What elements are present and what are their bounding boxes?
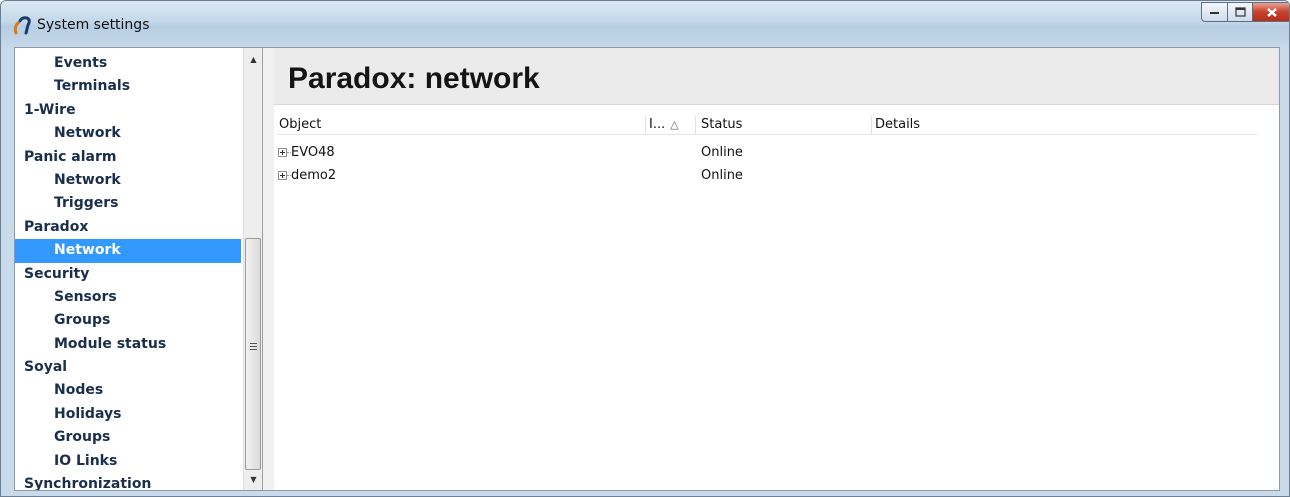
tree-item-holidays[interactable]: Holidays <box>15 403 241 426</box>
table-row[interactable]: demo2 Online <box>277 165 1257 187</box>
tree-item-security-groups[interactable]: Groups <box>15 309 241 332</box>
tree-item-paradox-network[interactable]: Network <box>15 239 241 263</box>
grip-icon <box>250 343 257 352</box>
close-icon <box>1267 7 1277 17</box>
sort-ascending-icon: △ <box>670 118 679 131</box>
expand-icon[interactable] <box>278 171 287 180</box>
page-title: Paradox: network <box>288 62 540 95</box>
tree-item-sensors[interactable]: Sensors <box>15 286 241 309</box>
tree-item-nodes[interactable]: Nodes <box>15 379 241 402</box>
table-row[interactable]: EVO48 Online <box>277 142 1257 164</box>
column-header-details[interactable]: Details <box>875 116 920 134</box>
arrow-down-icon: ▼ <box>250 474 257 484</box>
minimize-button[interactable] <box>1201 2 1228 22</box>
row-status: Online <box>701 145 743 160</box>
column-header-status[interactable]: Status <box>701 116 742 134</box>
tree-item-io-links[interactable]: IO Links <box>15 450 241 473</box>
table-header: Object I... △ Status Details <box>277 116 1257 135</box>
tree-item-terminals[interactable]: Terminals <box>15 75 241 98</box>
app-logo-icon <box>13 16 31 35</box>
column-divider[interactable] <box>695 116 696 134</box>
maximize-icon <box>1234 7 1246 17</box>
expand-icon[interactable] <box>278 148 287 157</box>
row-status: Online <box>701 168 743 183</box>
column-header-i[interactable]: I... △ <box>649 116 679 134</box>
system-settings-window: System settings Events Terminals 1-Wire … <box>0 0 1290 497</box>
tree-item-module-status[interactable]: Module status <box>15 333 241 356</box>
column-divider[interactable] <box>871 116 872 134</box>
column-header-object[interactable]: Object <box>279 116 321 134</box>
tree-item-synchronization[interactable]: Synchronization <box>15 473 241 490</box>
close-button[interactable] <box>1252 2 1289 22</box>
row-object: demo2 <box>291 168 337 183</box>
main-panel: Paradox: network Object I... △ Status Det… <box>274 48 1279 490</box>
tree-item-soyal[interactable]: Soyal <box>15 356 241 379</box>
window-title: System settings <box>37 17 150 33</box>
tree-scrollbar[interactable]: ▲ ▼ <box>243 48 262 490</box>
settings-tree: Events Terminals 1-Wire Network Panic al… <box>15 48 263 490</box>
scroll-up-button[interactable]: ▲ <box>244 50 262 68</box>
tree-item-security[interactable]: Security <box>15 263 241 286</box>
tree-item-panic-alarm-network[interactable]: Network <box>15 169 241 192</box>
tree-item-triggers[interactable]: Triggers <box>15 192 241 215</box>
page-header: Paradox: network <box>274 48 1279 105</box>
arrow-up-icon: ▲ <box>250 54 257 64</box>
tree-item-events[interactable]: Events <box>15 52 241 75</box>
minimize-icon <box>1210 12 1219 14</box>
tree-list: Events Terminals 1-Wire Network Panic al… <box>15 52 241 490</box>
tree-item-soyal-groups[interactable]: Groups <box>15 426 241 449</box>
maximize-button[interactable] <box>1227 2 1253 22</box>
scroll-down-button[interactable]: ▼ <box>244 470 262 488</box>
tree-item-1-wire-network[interactable]: Network <box>15 122 241 145</box>
tree-item-1-wire[interactable]: 1-Wire <box>15 99 241 122</box>
tree-item-paradox[interactable]: Paradox <box>15 216 241 239</box>
client-area: Events Terminals 1-Wire Network Panic al… <box>14 47 1280 491</box>
scroll-thumb[interactable] <box>245 238 261 470</box>
title-bar[interactable]: System settings <box>1 1 1289 47</box>
tree-item-panic-alarm[interactable]: Panic alarm <box>15 146 241 169</box>
column-divider[interactable] <box>645 116 646 134</box>
column-header-i-label: I... <box>649 117 666 132</box>
row-object: EVO48 <box>291 145 335 160</box>
